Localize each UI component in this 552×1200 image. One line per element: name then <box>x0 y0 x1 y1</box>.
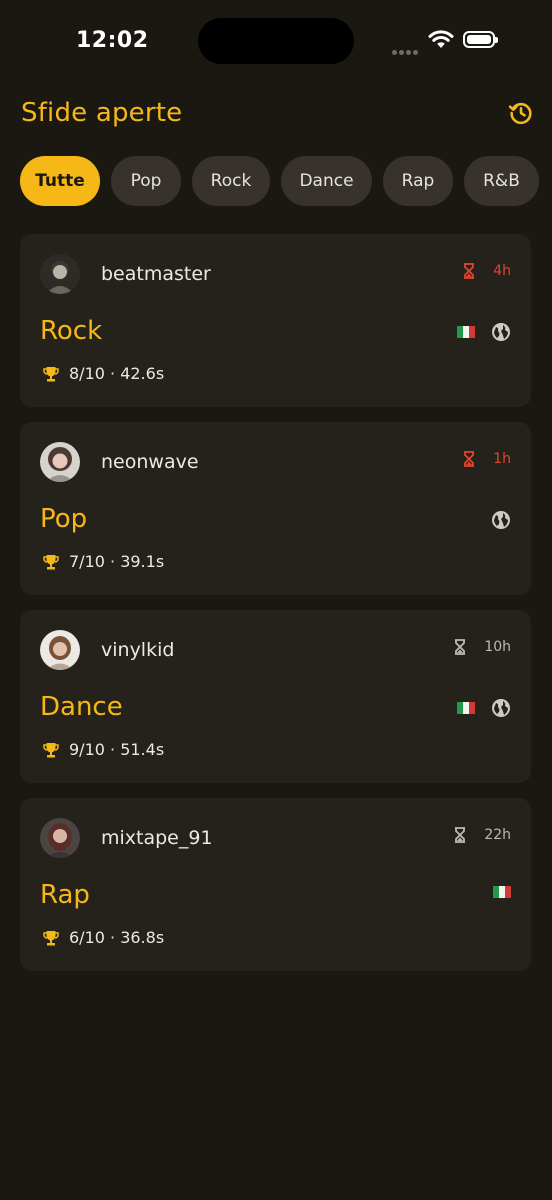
globe-icon <box>492 323 510 341</box>
challenge-scope <box>457 698 511 718</box>
wifi-icon <box>428 30 454 54</box>
challenge-card[interactable]: vinylkid 10h Dance 9/10 · 51.4s <box>20 610 531 783</box>
username: beatmaster <box>101 263 211 285</box>
best-score: 7/10 · 39.1s <box>42 552 164 571</box>
battery-icon <box>463 31 498 48</box>
challenge-scope <box>457 322 511 342</box>
globe-icon <box>492 511 510 529</box>
score-text: 8/10 · 42.6s <box>69 364 165 383</box>
username: mixtape_91 <box>101 827 213 849</box>
time-remaining: 10h <box>454 639 511 655</box>
genre-label: Rock <box>40 316 103 346</box>
best-score: 8/10 · 42.6s <box>42 364 164 383</box>
italy-flag-icon <box>493 886 511 898</box>
genre-label: Dance <box>40 692 123 722</box>
genre-label: Pop <box>40 504 88 534</box>
filter-chip-rnb[interactable]: R&B <box>464 156 539 206</box>
username: neonwave <box>101 451 199 473</box>
dynamic-island <box>198 18 354 64</box>
avatar <box>40 818 80 858</box>
trophy-icon <box>43 554 59 569</box>
trophy-icon <box>43 930 59 945</box>
italy-flag-icon <box>457 326 475 338</box>
filter-chip-rap[interactable]: Rap <box>383 156 453 206</box>
score-text: 6/10 · 36.8s <box>69 928 165 947</box>
avatar <box>40 254 80 294</box>
italy-flag-icon <box>457 702 475 714</box>
time-remaining: 22h <box>454 827 511 843</box>
filter-chip-tutte[interactable]: Tutte <box>20 156 100 206</box>
time-remaining-label: 10h <box>484 639 511 655</box>
challenge-scope <box>491 510 511 530</box>
hourglass-icon <box>464 263 475 279</box>
status-time: 12:02 <box>76 28 149 53</box>
genre-filter-bar: Tutte Pop Rock Dance Rap R&B <box>20 156 539 206</box>
filter-chip-pop[interactable]: Pop <box>111 156 181 206</box>
time-remaining-label: 1h <box>493 451 511 467</box>
hourglass-icon <box>455 639 466 655</box>
genre-label: Rap <box>40 880 90 910</box>
best-score: 9/10 · 51.4s <box>42 740 164 759</box>
avatar <box>40 630 80 670</box>
trophy-icon <box>43 366 59 381</box>
signal-icon <box>392 40 420 59</box>
time-remaining-label: 22h <box>484 827 511 843</box>
history-icon <box>508 102 532 125</box>
filter-chip-rock[interactable]: Rock <box>192 156 270 206</box>
hourglass-icon <box>464 451 475 467</box>
time-remaining-label: 4h <box>493 263 511 279</box>
time-remaining: 4h <box>463 263 511 279</box>
challenge-card[interactable]: mixtape_91 22h Rap 6/10 · 36.8s <box>20 798 531 971</box>
status-bar: 12:02 <box>0 0 552 84</box>
challenge-card[interactable]: beatmaster 4h Rock 8/10 · 42.6s <box>20 234 531 407</box>
best-score: 6/10 · 36.8s <box>42 928 164 947</box>
score-text: 7/10 · 39.1s <box>69 552 165 571</box>
challenge-scope <box>493 886 511 898</box>
hourglass-icon <box>455 827 466 843</box>
filter-chip-dance[interactable]: Dance <box>281 156 372 206</box>
trophy-icon <box>43 742 59 757</box>
time-remaining: 1h <box>463 451 511 467</box>
globe-icon <box>492 699 510 717</box>
avatar <box>40 442 80 482</box>
username: vinylkid <box>101 639 175 661</box>
history-button[interactable] <box>506 98 536 128</box>
page-title: Sfide aperte <box>21 98 183 128</box>
challenge-card[interactable]: neonwave 1h Pop 7/10 · 39.1s <box>20 422 531 595</box>
score-text: 9/10 · 51.4s <box>69 740 165 759</box>
